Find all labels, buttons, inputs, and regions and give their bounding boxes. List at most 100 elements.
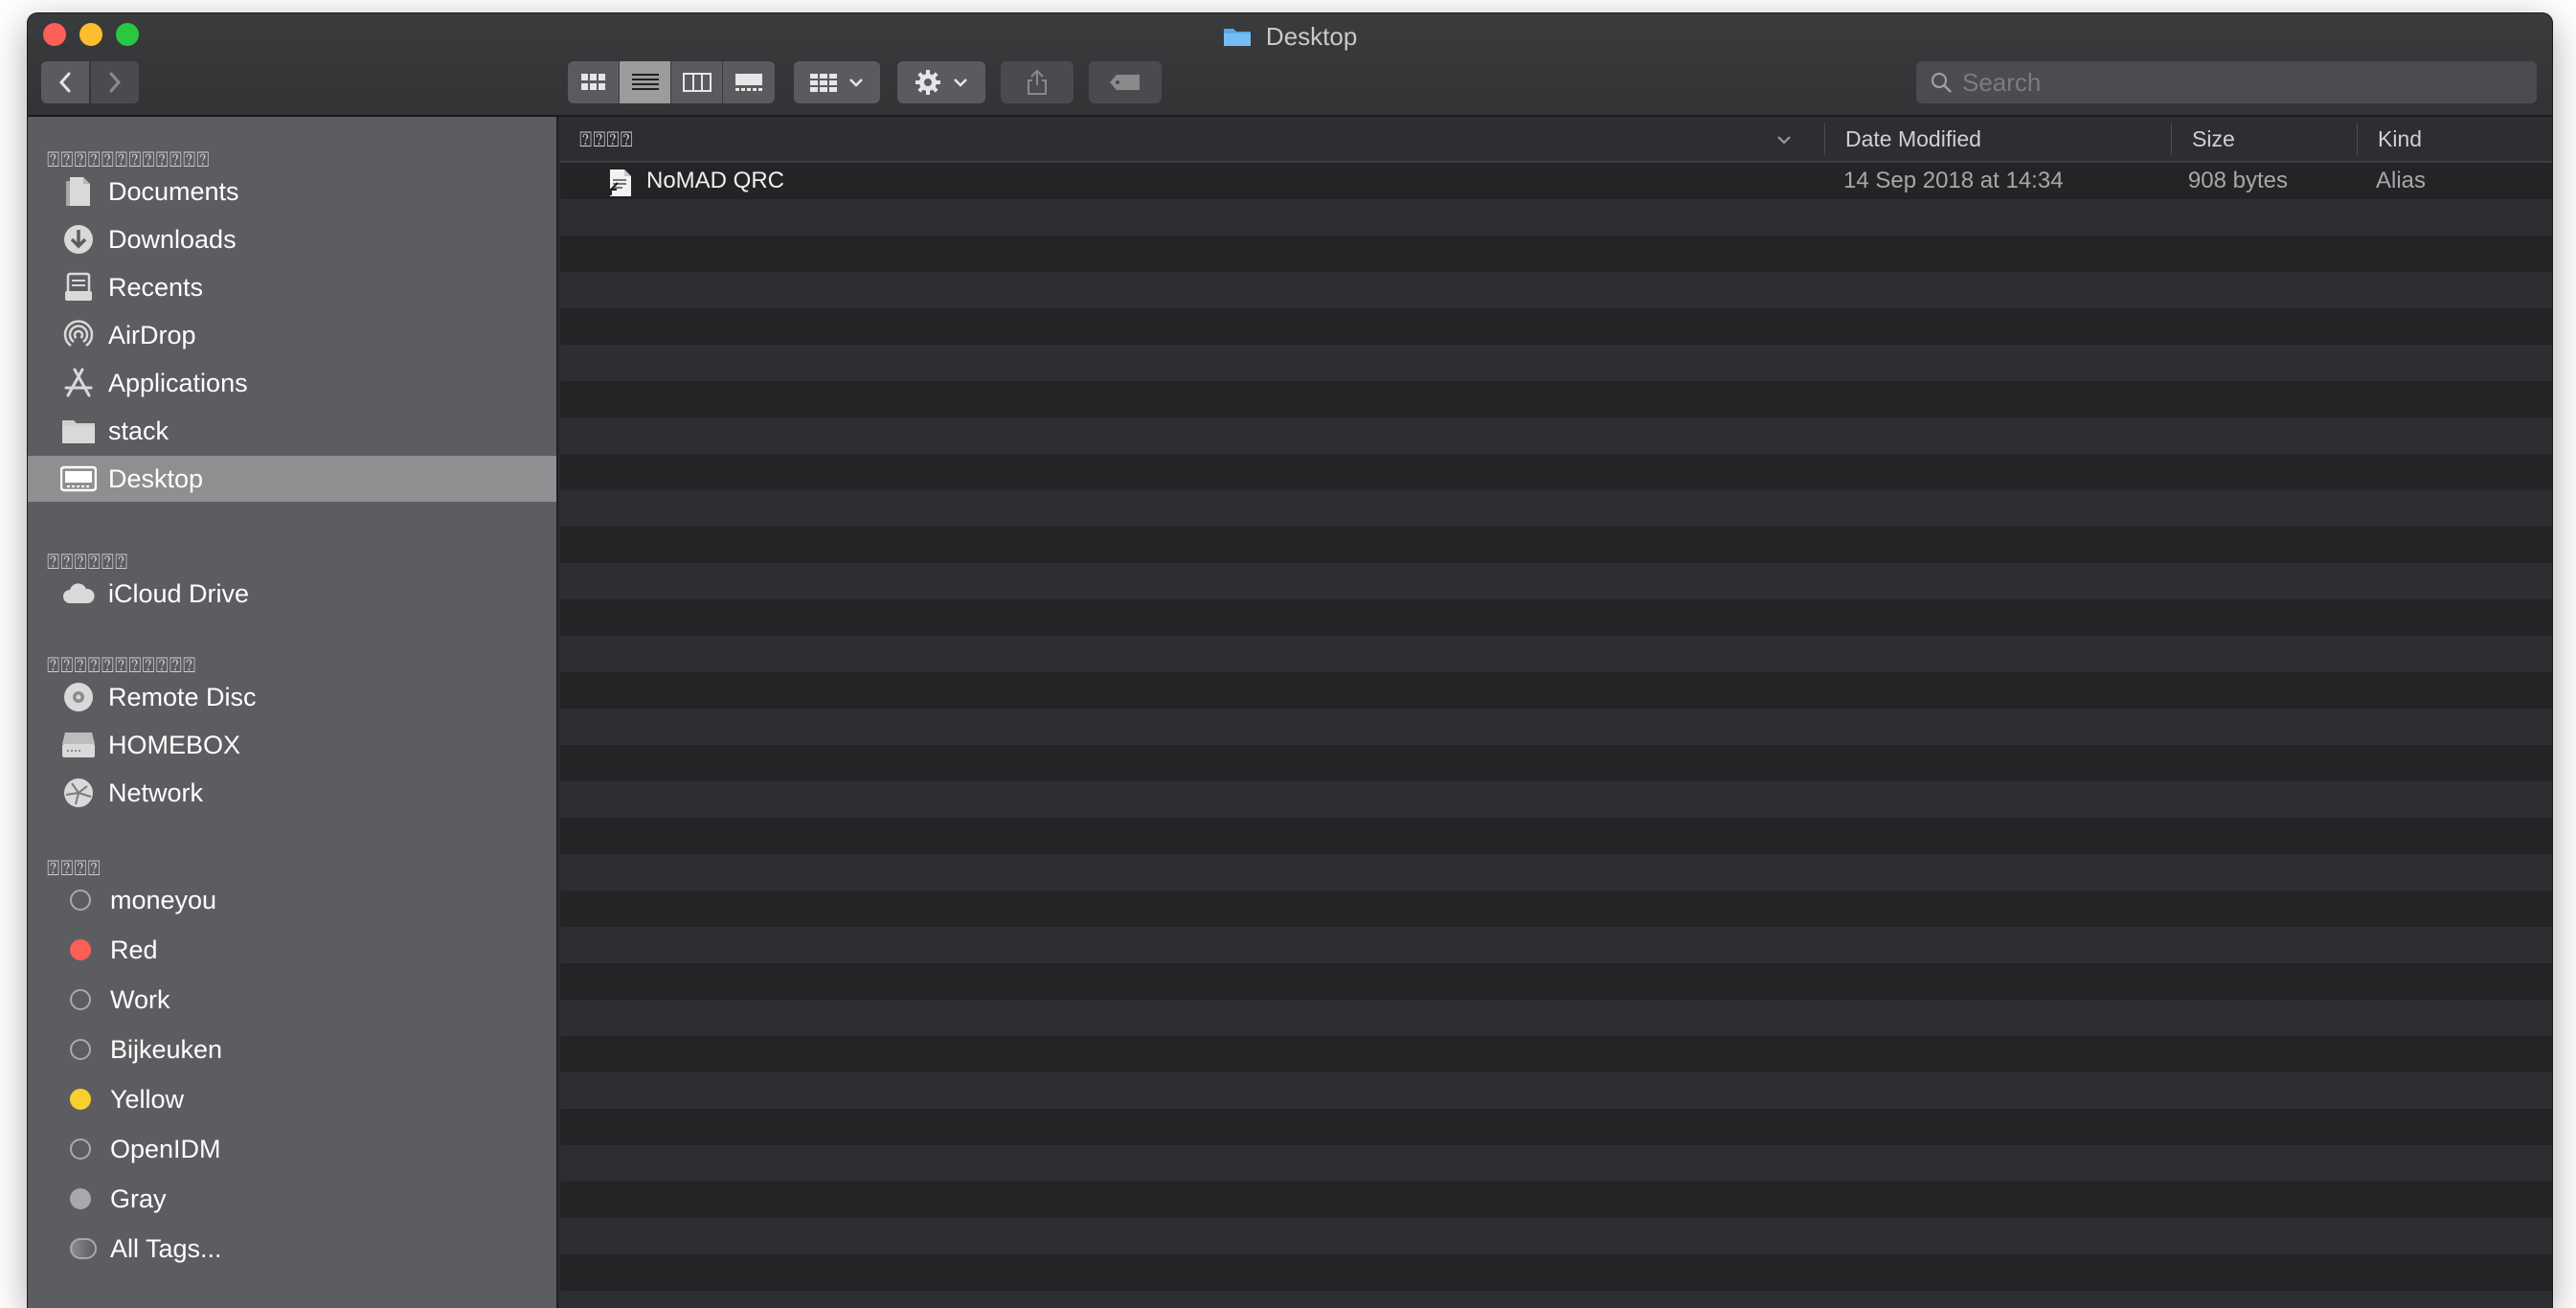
tag-color-dot <box>70 1139 91 1160</box>
icon-view-button[interactable] <box>568 61 620 103</box>
column-divider[interactable] <box>2171 123 2172 155</box>
desktop-icon <box>60 461 97 497</box>
window-title-bar: Desktop <box>28 21 2552 52</box>
empty-row <box>560 745 2552 781</box>
sidebar-item-documents[interactable]: Documents <box>28 169 556 214</box>
share-button[interactable] <box>1001 61 1073 103</box>
sidebar: ⍰⍰⍰⍰⍰⍰⍰⍰⍰⍰⍰⍰ Documents Downloads Recents… <box>28 117 558 1308</box>
file-name: NoMAD QRC <box>646 168 785 193</box>
sidebar-item-network[interactable]: Network <box>28 770 556 816</box>
sidebar-item-remote-disc[interactable]: Remote Disc <box>28 674 556 720</box>
column-header-kind-label: Kind <box>2378 126 2423 151</box>
column-view-button[interactable] <box>671 61 723 103</box>
sidebar-item-label: Yellow <box>110 1084 185 1114</box>
column-header-name[interactable]: ⍰⍰⍰⍰ <box>560 117 1815 161</box>
sidebar-item-label: All Tags... <box>110 1233 222 1263</box>
empty-row <box>560 1109 2552 1145</box>
chevron-down-icon <box>1777 136 1791 145</box>
empty-row <box>560 672 2552 709</box>
empty-row <box>560 381 2552 417</box>
sidebar-item-label: OpenIDM <box>110 1134 221 1163</box>
sidebar-item-recents[interactable]: Recents <box>28 264 556 310</box>
list-view-button[interactable] <box>620 61 671 103</box>
file-list: ⍰⍰⍰⍰ Date Modified Size Kind NoMAD QRC 1… <box>560 117 2552 1308</box>
sidebar-item-label: Gray <box>110 1184 167 1213</box>
sidebar-item-label: HOMEBOX <box>108 730 241 759</box>
tag-color-dot <box>70 1039 91 1060</box>
sidebar-item-label: stack <box>108 416 169 445</box>
empty-row <box>560 563 2552 599</box>
column-header-size-label: Size <box>2192 126 2235 151</box>
empty-row <box>560 1218 2552 1254</box>
folder-icon <box>1223 29 1251 46</box>
sidebar-item-homebox[interactable]: HOMEBOX <box>28 722 556 768</box>
sidebar-tag-red[interactable]: Red <box>28 927 556 973</box>
sidebar-item-airdrop[interactable]: AirDrop <box>28 312 556 358</box>
sidebar-tag-bijkeuken[interactable]: Bijkeuken <box>28 1026 556 1072</box>
grid-icon <box>580 74 605 90</box>
sidebar-item-label: Documents <box>108 176 239 206</box>
sidebar-item-label: Red <box>110 935 158 964</box>
empty-row <box>560 1036 2552 1072</box>
sidebar-tag-work[interactable]: Work <box>28 977 556 1023</box>
column-header-row: ⍰⍰⍰⍰ Date Modified Size Kind <box>560 117 2552 163</box>
cloud-icon <box>60 575 97 612</box>
edit-tags-button[interactable] <box>1089 61 1162 103</box>
disc-icon <box>60 679 97 715</box>
sidebar-item-applications[interactable]: Applications <box>28 360 556 406</box>
empty-row <box>560 417 2552 454</box>
column-divider[interactable] <box>1824 123 1825 155</box>
empty-row <box>560 781 2552 818</box>
empty-row <box>560 1182 2552 1218</box>
forward-button[interactable] <box>91 61 139 103</box>
sidebar-tag-openidm[interactable]: OpenIDM <box>28 1126 556 1172</box>
column-header-size[interactable]: Size <box>2173 117 2355 161</box>
tag-color-dot <box>70 1188 91 1209</box>
column-header-date-modified[interactable]: Date Modified <box>1826 117 2171 161</box>
empty-row <box>560 490 2552 527</box>
recents-icon <box>60 269 97 305</box>
file-size: 908 bytes <box>2187 168 2288 193</box>
list-icon <box>631 74 659 90</box>
documents-icon <box>60 173 97 210</box>
sidebar-tag-moneyou[interactable]: moneyou <box>28 877 556 923</box>
group-by-button[interactable] <box>794 61 880 103</box>
sidebar-tag-all-tags[interactable]: All Tags... <box>28 1226 556 1272</box>
tag-color-dot <box>70 890 91 911</box>
empty-row <box>560 1072 2552 1109</box>
column-header-name-label: ⍰⍰⍰⍰ <box>579 127 634 151</box>
empty-row <box>560 527 2552 563</box>
empty-row <box>560 1000 2552 1036</box>
sidebar-tag-yellow[interactable]: Yellow <box>28 1076 556 1122</box>
sidebar-item-downloads[interactable]: Downloads <box>28 216 556 262</box>
share-icon <box>1028 69 1047 95</box>
sidebar-item-label: Network <box>108 778 204 807</box>
sidebar-tag-gray[interactable]: Gray <box>28 1176 556 1222</box>
chevron-down-icon <box>954 79 967 87</box>
view-mode-control <box>568 61 775 103</box>
empty-row <box>560 199 2552 236</box>
back-button[interactable] <box>41 61 89 103</box>
sidebar-item-stack[interactable]: stack <box>28 408 556 454</box>
all-tags-icon <box>70 1238 97 1259</box>
empty-row <box>560 854 2552 891</box>
empty-row <box>560 308 2552 345</box>
tag-color-dot <box>70 1089 91 1110</box>
sidebar-item-label: moneyou <box>110 885 217 914</box>
action-menu-button[interactable] <box>897 61 985 103</box>
search-field[interactable] <box>1916 61 2537 103</box>
sidebar-item-label: Bijkeuken <box>110 1034 223 1064</box>
sidebar-item-label: iCloud Drive <box>108 578 250 608</box>
tag-color-dot <box>70 939 91 960</box>
tag-color-dot <box>70 989 91 1010</box>
column-divider[interactable] <box>2357 123 2358 155</box>
search-input[interactable] <box>1962 67 2498 98</box>
table-row[interactable]: NoMAD QRC 14 Sep 2018 at 14:34 908 bytes… <box>560 163 2552 199</box>
column-header-kind[interactable]: Kind <box>2359 117 2550 161</box>
empty-row <box>560 272 2552 308</box>
column-header-date-label: Date Modified <box>1845 126 1981 151</box>
gallery-view-button[interactable] <box>723 61 775 103</box>
empty-row <box>560 636 2552 672</box>
sidebar-item-desktop[interactable]: Desktop <box>28 456 556 502</box>
sidebar-item-icloud-drive[interactable]: iCloud Drive <box>28 571 556 617</box>
